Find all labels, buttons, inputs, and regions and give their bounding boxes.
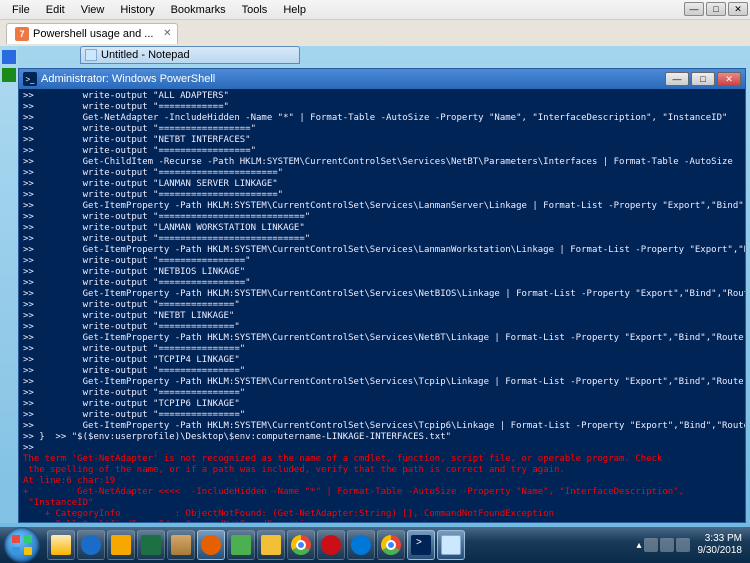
powershell-icon: >_ (23, 72, 37, 86)
tray-network-icon[interactable] (660, 538, 674, 552)
system-tray: ▴ 3:33 PM 9/30/2018 (636, 533, 746, 557)
task-media-player[interactable] (107, 530, 135, 560)
menu-history[interactable]: History (112, 2, 162, 18)
clock-time: 3:33 PM (698, 533, 743, 545)
powershell-title: Administrator: Windows PowerShell (41, 73, 215, 85)
task-app-yellow[interactable] (257, 530, 285, 560)
notepad-icon (441, 535, 461, 555)
libraries-icon (171, 535, 191, 555)
ps-close-button[interactable]: ✕ (717, 72, 741, 86)
menu-bookmarks[interactable]: Bookmarks (163, 2, 234, 18)
media-player-icon (111, 535, 131, 555)
tab-close-button[interactable]: ✕ (163, 28, 171, 39)
task-ie[interactable] (77, 530, 105, 560)
explorer-icon (51, 535, 71, 555)
minimize-button[interactable]: — (684, 2, 704, 16)
task-excel[interactable] (137, 530, 165, 560)
ps-minimize-button[interactable]: — (665, 72, 689, 86)
start-button[interactable] (4, 527, 40, 563)
bookmark-icon[interactable] (2, 68, 16, 82)
chrome-icon (291, 535, 311, 555)
task-explorer[interactable] (47, 530, 75, 560)
task-chrome[interactable] (287, 530, 315, 560)
taskbar: ▴ 3:33 PM 9/30/2018 (0, 527, 750, 563)
clock-date: 9/30/2018 (698, 545, 743, 557)
maximize-button[interactable]: □ (706, 2, 726, 16)
menu-bar: File Edit View History Bookmarks Tools H… (0, 0, 750, 20)
menu-help[interactable]: Help (275, 2, 314, 18)
chrome-icon (381, 535, 401, 555)
powershell-window: >_ Administrator: Windows PowerShell — □… (18, 68, 746, 523)
menu-edit[interactable]: Edit (38, 2, 73, 18)
windows-logo-icon (12, 535, 32, 555)
tray-flag-icon[interactable] (644, 538, 658, 552)
task-chrome-2[interactable] (377, 530, 405, 560)
tray-volume-icon[interactable] (676, 538, 690, 552)
menu-file[interactable]: File (4, 2, 38, 18)
tab-label: Powershell usage and ... (33, 28, 153, 40)
powershell-console[interactable]: >> write-output "ALL ADAPTERS" >> write-… (19, 89, 745, 522)
tray-expand-icon[interactable]: ▴ (636, 540, 641, 551)
ie-icon (81, 535, 101, 555)
edge-icon (351, 535, 371, 555)
excel-icon (141, 535, 161, 555)
menu-tools[interactable]: Tools (234, 2, 276, 18)
task-libraries[interactable] (167, 530, 195, 560)
notepad-title: Untitled - Notepad (101, 49, 190, 61)
browser-tab[interactable]: 7 Powershell usage and ... ✕ (6, 23, 178, 44)
tab-favicon: 7 (15, 27, 29, 41)
browser-tabstrip: 7 Powershell usage and ... ✕ (0, 20, 750, 46)
notepad-window[interactable]: Untitled - Notepad (80, 46, 300, 64)
taskbar-clock[interactable]: 3:33 PM 9/30/2018 (698, 533, 743, 557)
ps-maximize-button[interactable]: □ (691, 72, 715, 86)
opera-icon (321, 535, 341, 555)
task-firefox[interactable] (197, 530, 225, 560)
firefox-icon (201, 535, 221, 555)
task-app-green[interactable] (227, 530, 255, 560)
task-opera[interactable] (317, 530, 345, 560)
task-edge[interactable] (347, 530, 375, 560)
player-icon (261, 535, 281, 555)
bookmark-icon[interactable] (2, 50, 16, 64)
close-button[interactable]: ✕ (728, 2, 748, 16)
bookmark-sidebar (0, 46, 18, 523)
menu-view[interactable]: View (73, 2, 113, 18)
task-notepad[interactable] (437, 530, 465, 560)
notepad-icon (85, 49, 97, 61)
task-powershell[interactable] (407, 530, 435, 560)
window-controls: — □ ✕ (684, 2, 748, 16)
powershell-icon (411, 535, 431, 555)
powershell-titlebar[interactable]: >_ Administrator: Windows PowerShell — □… (19, 69, 745, 89)
plus-icon (231, 535, 251, 555)
